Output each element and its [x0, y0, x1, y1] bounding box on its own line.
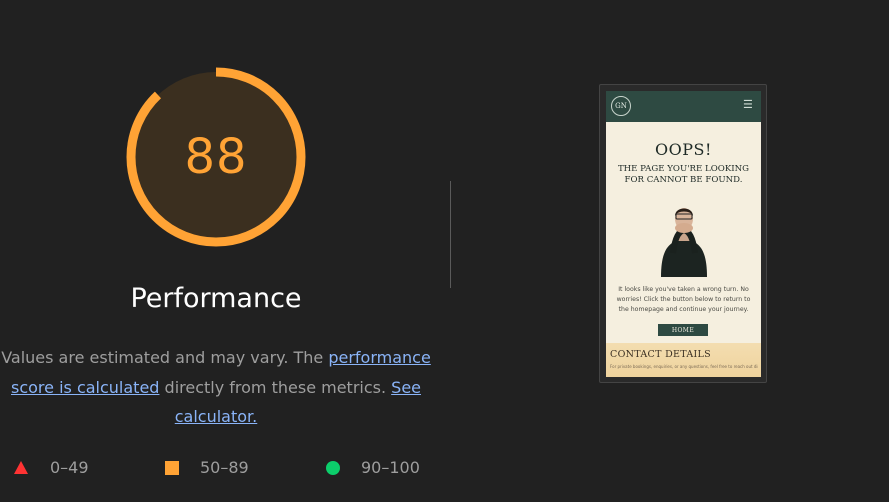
performance-score: 88 [184, 129, 248, 185]
final-screenshot: GN ☰ OOPS! THE PAGE YOU'RE LOOKING FOR C… [606, 91, 761, 377]
legend-label-average: 50–89 [200, 458, 249, 477]
home-button[interactable]: HOME [658, 324, 708, 336]
contact-section: CONTACT DETAILS For private bookings, en… [606, 343, 761, 377]
legend-label-pass: 90–100 [361, 458, 420, 477]
score-description: Values are estimated and may vary. The p… [0, 343, 432, 432]
description-text-1: Values are estimated and may vary. The [1, 348, 329, 367]
site-logo: GN [611, 96, 631, 116]
error-title: OOPS! [655, 140, 712, 159]
circle-icon [326, 460, 340, 475]
legend-item-fail: 0–49 [14, 458, 89, 477]
contact-title: CONTACT DETAILS [610, 349, 711, 360]
hamburger-icon: ☰ [743, 99, 753, 111]
performance-gauge: 88 [124, 65, 308, 249]
triangle-icon [14, 461, 28, 474]
square-icon [165, 460, 179, 475]
error-subtitle: THE PAGE YOU'RE LOOKING FOR CANNOT BE FO… [617, 164, 750, 185]
site-header: GN ☰ [606, 91, 761, 122]
legend-item-pass: 90–100 [326, 458, 420, 477]
score-legend: 0–49 50–89 90–100 [0, 458, 889, 480]
description-text-2: directly from these metrics. [159, 377, 392, 397]
legend-item-average: 50–89 [165, 458, 249, 477]
error-body-text: It looks like you've taken a wrong turn.… [616, 286, 751, 313]
category-title: Performance [130, 283, 302, 314]
lighthouse-report: 88 Performance Values are estimated and … [0, 0, 889, 502]
person-photo [661, 208, 707, 277]
vertical-divider [450, 181, 451, 288]
legend-label-fail: 0–49 [50, 458, 89, 477]
contact-text: For private bookings, enquiries, or any … [610, 364, 758, 369]
